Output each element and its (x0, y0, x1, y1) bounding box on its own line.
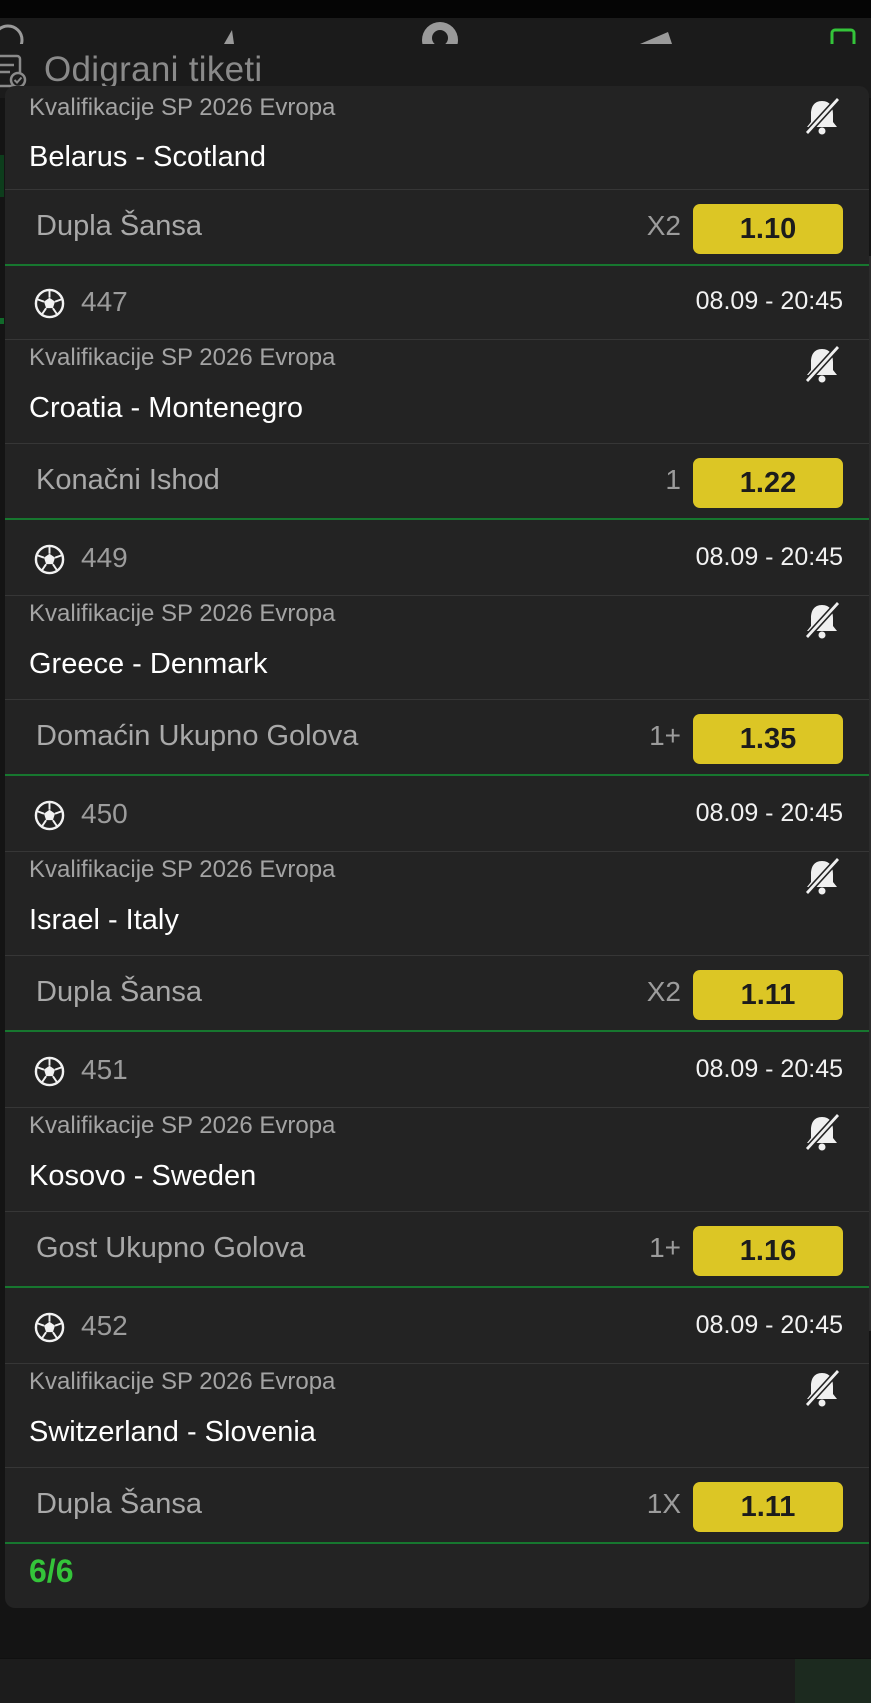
league-name: Kvalifikacije SP 2026 Evropa (29, 94, 336, 121)
soccer-ball-icon (34, 800, 65, 831)
nav-tickets-icon[interactable] (826, 16, 866, 44)
match-teams: Israel - Italy (29, 904, 179, 936)
bet-row: Dupla Šansa X2 1.11 (5, 956, 869, 1032)
pick-label: 1+ (649, 1232, 681, 1263)
bell-off-icon[interactable] (802, 96, 842, 136)
event-header-row: 451 08.09 - 20:45 (5, 1034, 869, 1108)
page-title: Odigrani tiketi (44, 50, 263, 89)
event-header-row: 450 08.09 - 20:45 (5, 778, 869, 852)
match-teams: Croatia - Montenegro (29, 392, 304, 424)
event-header-row: 447 08.09 - 20:45 (5, 266, 869, 340)
league-name: Kvalifikacije SP 2026 Evropa (29, 344, 336, 371)
odd-button[interactable]: 1.11 (693, 970, 843, 1020)
event-code: 452 (81, 1310, 128, 1341)
bottom-navigation (0, 1659, 871, 1703)
pick-label: 1 (665, 464, 681, 495)
event-header-row: 452 08.09 - 20:45 (5, 1290, 869, 1364)
odd-button[interactable]: 1.22 (693, 458, 843, 508)
event-code: 450 (81, 798, 128, 829)
league-name: Kvalifikacije SP 2026 Evropa (29, 856, 336, 883)
event-datetime: 08.09 - 20:45 (695, 799, 843, 827)
event-datetime: 08.09 - 20:45 (695, 287, 843, 315)
match-row: Kvalifikacije SP 2026 Evropa Belarus - S… (5, 86, 869, 190)
soccer-ball-icon (34, 288, 65, 319)
bell-off-icon[interactable] (802, 1368, 842, 1408)
bell-off-icon[interactable] (802, 856, 842, 896)
soccer-ball-icon (34, 1312, 65, 1343)
match-row: Kvalifikacije SP 2026 Evropa Kosovo - Sw… (5, 1108, 869, 1212)
event-code: 449 (81, 542, 128, 573)
bet-row: Konačni Ishod 1 1.22 (5, 444, 869, 520)
pick-label: 1+ (649, 720, 681, 751)
market-name: Dupla Šansa (36, 1488, 203, 1520)
soccer-ball-icon (34, 1056, 65, 1087)
app-screen: Odigrani tiketi Kvalifikacije SP 2026 Ev… (0, 0, 871, 1703)
event-datetime: 08.09 - 20:45 (695, 543, 843, 571)
event-header-row: 449 08.09 - 20:45 (5, 522, 869, 596)
odd-button[interactable]: 1.16 (693, 1226, 843, 1276)
soccer-ball-icon (34, 544, 65, 575)
nav-sports-icon[interactable] (0, 16, 40, 44)
nav-live-icon[interactable] (206, 16, 246, 44)
event-datetime: 08.09 - 20:45 (695, 1055, 843, 1083)
bottom-nav-active-highlight (795, 1659, 871, 1703)
bet-row: Dupla Šansa 1X 1.11 (5, 1468, 869, 1544)
league-name: Kvalifikacije SP 2026 Evropa (29, 600, 336, 627)
odd-button[interactable]: 1.35 (693, 714, 843, 764)
match-row: Kvalifikacije SP 2026 Evropa Israel - It… (5, 852, 869, 956)
odd-button[interactable]: 1.10 (693, 204, 843, 254)
match-row: Kvalifikacije SP 2026 Evropa Greece - De… (5, 596, 869, 700)
league-name: Kvalifikacije SP 2026 Evropa (29, 1112, 336, 1139)
bet-row: Dupla Šansa X2 1.10 (5, 190, 869, 266)
odd-button[interactable]: 1.11 (693, 1482, 843, 1532)
market-name: Gost Ukupno Golova (36, 1232, 306, 1264)
match-teams: Kosovo - Sweden (29, 1160, 257, 1192)
event-code: 447 (81, 286, 128, 317)
ticket-list-icon (0, 54, 27, 89)
pick-label: X2 (646, 210, 681, 241)
selections-counter: 6/6 (29, 1553, 74, 1589)
match-teams: Belarus - Scotland (29, 141, 266, 173)
match-row: Kvalifikacije SP 2026 Evropa Switzerland… (5, 1364, 869, 1468)
pick-label: X2 (646, 976, 681, 1007)
bet-row: Gost Ukupno Golova 1+ 1.16 (5, 1212, 869, 1288)
match-row: Kvalifikacije SP 2026 Evropa Croatia - M… (5, 340, 869, 444)
market-name: Konačni Ishod (36, 464, 220, 496)
event-code: 451 (81, 1054, 128, 1085)
nav-lotto-icon[interactable] (420, 16, 460, 44)
bell-off-icon[interactable] (802, 1112, 842, 1152)
event-datetime: 08.09 - 20:45 (695, 1311, 843, 1339)
bell-off-icon[interactable] (802, 600, 842, 640)
match-teams: Switzerland - Slovenia (29, 1416, 316, 1448)
pick-label: 1X (646, 1488, 681, 1519)
background-accent (0, 155, 4, 197)
background-accent (0, 318, 4, 324)
league-name: Kvalifikacije SP 2026 Evropa (29, 1368, 336, 1395)
market-name: Domaćin Ukupno Golova (36, 720, 359, 752)
match-teams: Greece - Denmark (29, 648, 268, 680)
nav-promo-icon[interactable] (636, 16, 676, 44)
market-name: Dupla Šansa (36, 976, 203, 1008)
ticket-details-modal: Kvalifikacije SP 2026 Evropa Belarus - S… (5, 86, 869, 1608)
bet-row: Domaćin Ukupno Golova 1+ 1.35 (5, 700, 869, 776)
market-name: Dupla Šansa (36, 210, 203, 242)
bell-off-icon[interactable] (802, 344, 842, 384)
